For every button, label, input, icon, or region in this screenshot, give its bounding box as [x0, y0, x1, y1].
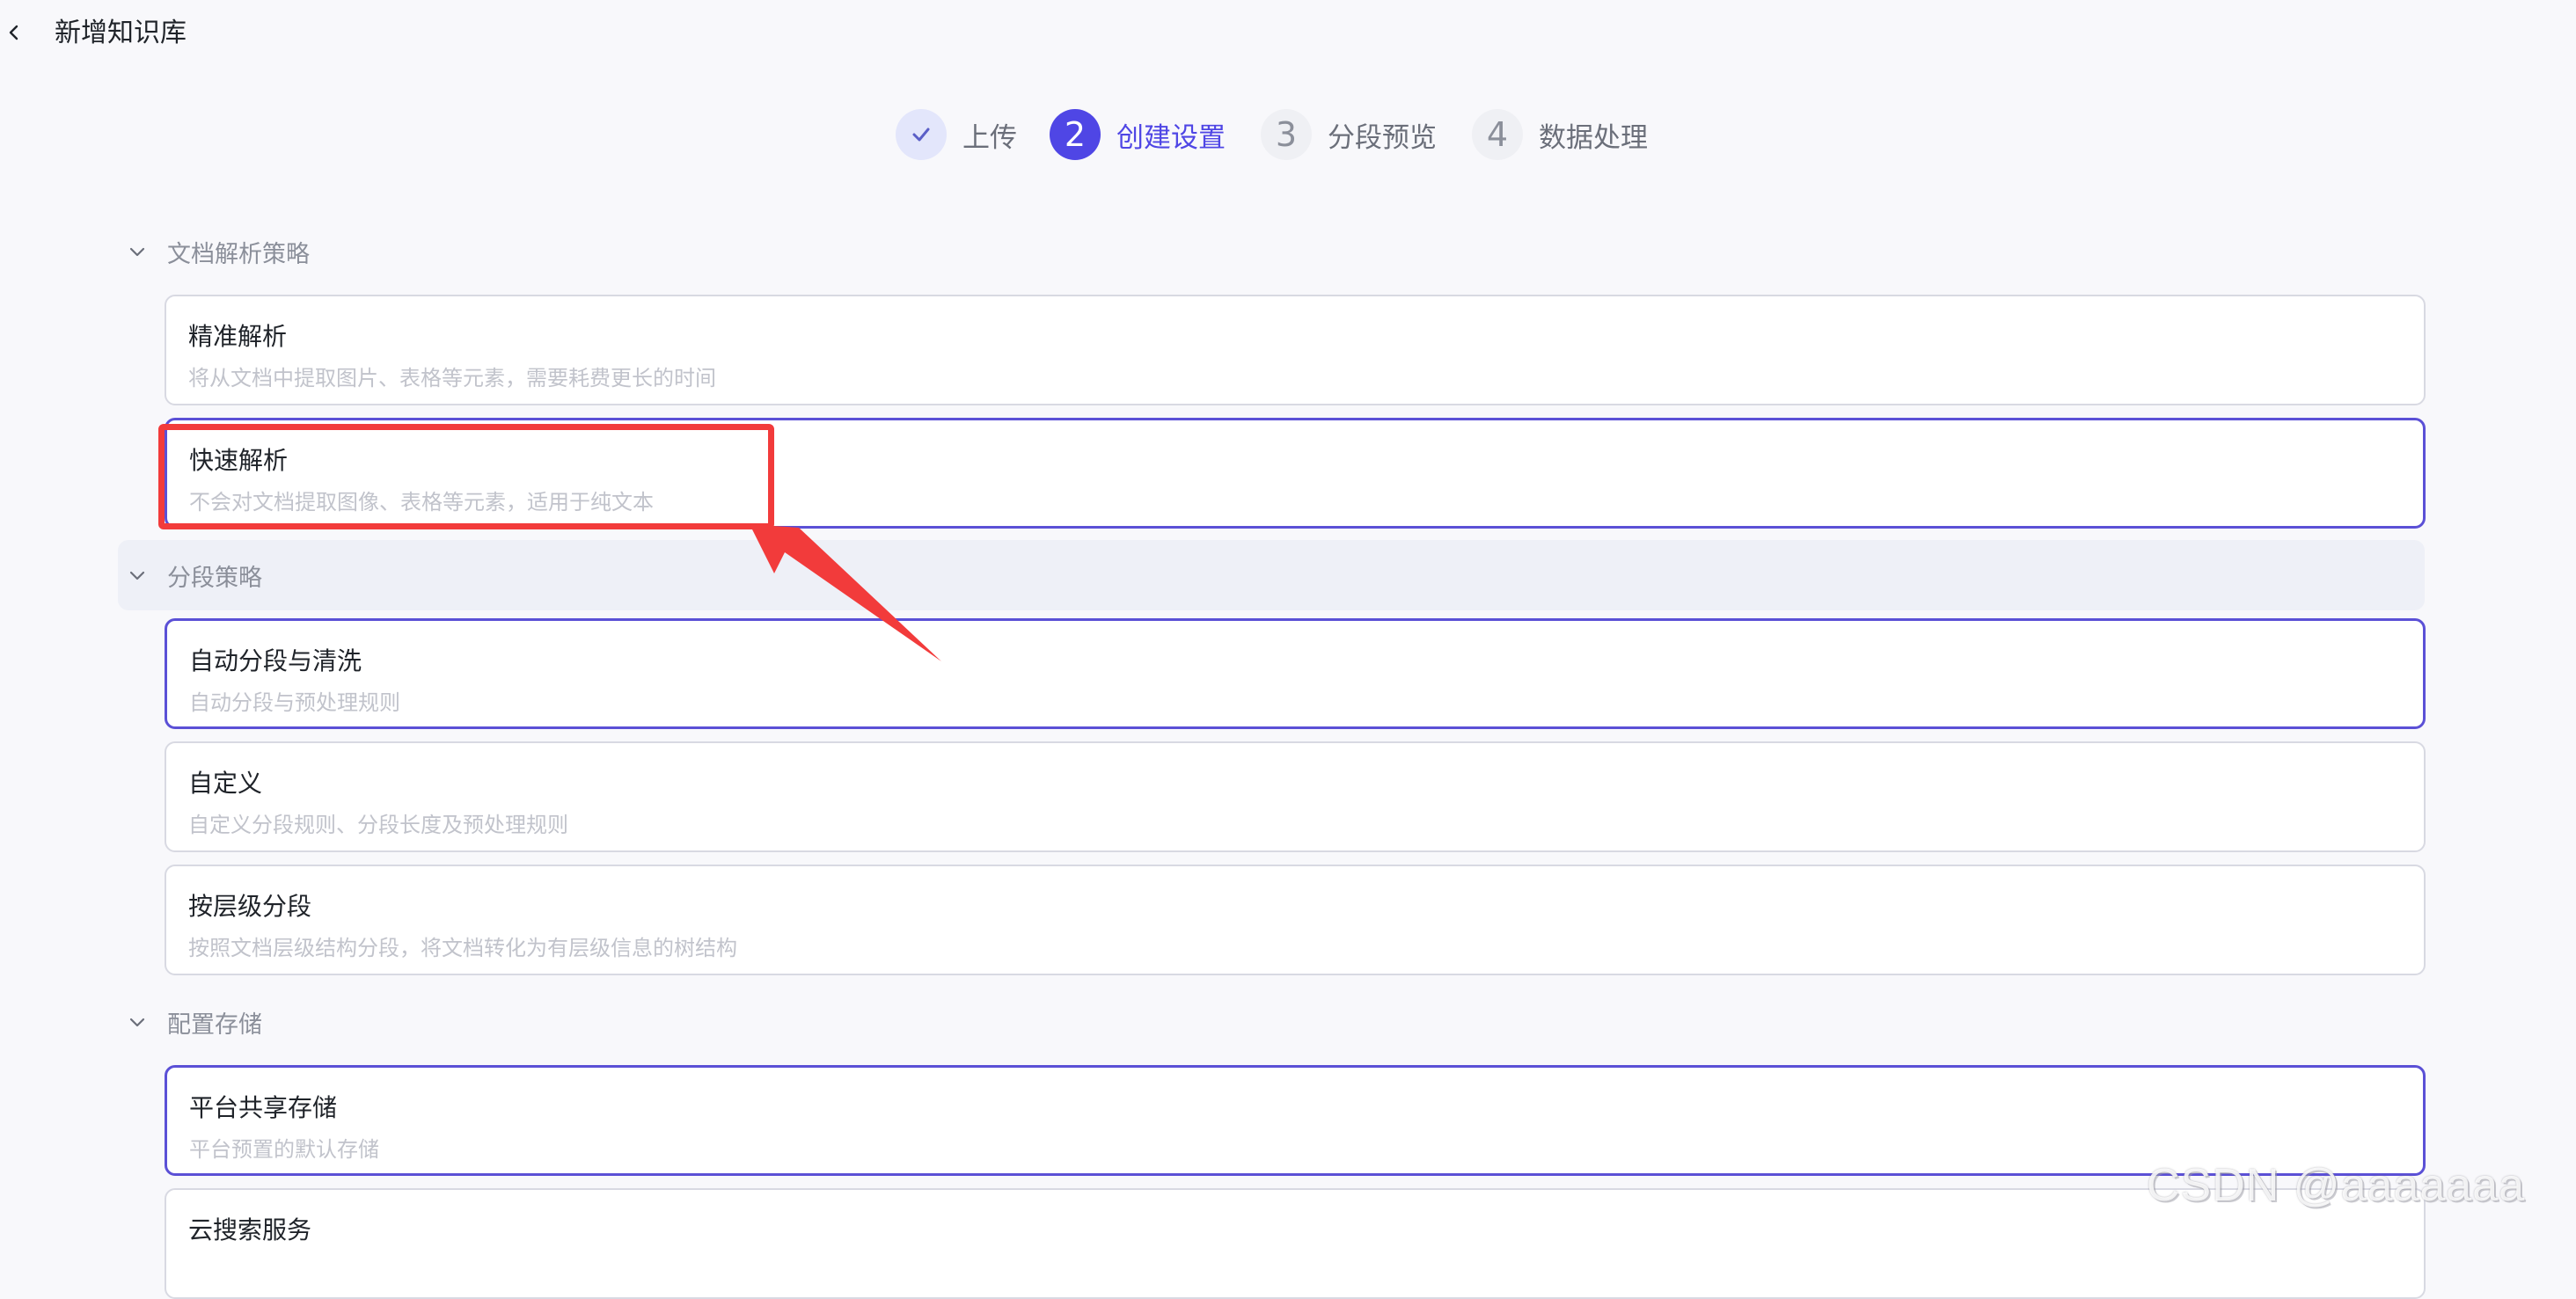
watermark: CSDN @aaaaaaa [2147, 1160, 2526, 1211]
option-description: 将从文档中提取图片、表格等元素，需要耗费更长的时间 [188, 366, 716, 390]
option-title: 自动分段与清洗 [189, 646, 362, 675]
step-number: 4 [1472, 109, 1523, 160]
option-description: 自定义分段规则、分段长度及预处理规则 [188, 813, 568, 837]
option-cloud-search-service[interactable]: 云搜索服务 [165, 1188, 2426, 1299]
section-header-segmentation[interactable]: 分段策略 [118, 540, 2425, 610]
option-description: 不会对文档提取图像、表格等元素，适用于纯文本 [189, 490, 654, 514]
option-description: 自动分段与预处理规则 [189, 690, 400, 715]
step-label: 上传 [962, 121, 1017, 154]
step-segment-preview[interactable]: 3 分段预览 [1261, 108, 1437, 161]
option-title: 云搜索服务 [188, 1215, 312, 1244]
option-title: 按层级分段 [188, 892, 312, 921]
chevron-down-icon [129, 571, 145, 580]
chevron-down-icon [129, 1018, 145, 1027]
option-title: 平台共享存储 [189, 1093, 338, 1122]
step-number: 3 [1261, 109, 1312, 160]
option-platform-shared-storage[interactable]: 平台共享存储 平台预置的默认存储 [165, 1065, 2426, 1176]
option-description: 按照文档层级结构分段，将文档转化为有层级信息的树结构 [188, 936, 737, 960]
option-hierarchical-segment[interactable]: 按层级分段 按照文档层级结构分段，将文档转化为有层级信息的树结构 [165, 865, 2426, 975]
section-header-storage[interactable]: 配置存储 [118, 987, 2425, 1057]
step-label: 创建设置 [1116, 121, 1226, 154]
check-icon [912, 128, 930, 142]
step-number: 2 [1050, 109, 1101, 160]
stepper: 上传 2 创建设置 3 分段预览 4 数据处理 [0, 108, 2576, 161]
chevron-down-icon [129, 247, 145, 257]
section-header-parsing[interactable]: 文档解析策略 [118, 216, 2425, 287]
chevron-left-icon[interactable] [2, 19, 28, 46]
option-precise-parsing[interactable]: 精准解析 将从文档中提取图片、表格等元素，需要耗费更长的时间 [165, 295, 2426, 405]
option-title: 精准解析 [188, 322, 288, 351]
option-fast-parsing[interactable]: 快速解析 不会对文档提取图像、表格等元素，适用于纯文本 [165, 418, 2426, 529]
option-title: 自定义 [188, 769, 263, 798]
page-title: 新增知识库 [55, 18, 187, 48]
option-auto-segment[interactable]: 自动分段与清洗 自动分段与预处理规则 [165, 618, 2426, 729]
step-label: 数据处理 [1539, 121, 1648, 154]
step-done-circle [896, 109, 947, 160]
option-title: 快速解析 [189, 446, 289, 475]
section-title: 文档解析策略 [167, 240, 310, 268]
option-custom-segment[interactable]: 自定义 自定义分段规则、分段长度及预处理规则 [165, 741, 2426, 852]
step-upload[interactable]: 上传 [896, 108, 1017, 161]
section-title: 分段策略 [167, 564, 262, 592]
step-create-settings[interactable]: 2 创建设置 [1050, 108, 1226, 161]
step-data-processing[interactable]: 4 数据处理 [1472, 108, 1648, 161]
option-description: 平台预置的默认存储 [189, 1137, 379, 1162]
step-label: 分段预览 [1328, 121, 1437, 154]
page-header: 新增知识库 [0, 0, 2576, 67]
section-title: 配置存储 [167, 1011, 262, 1039]
